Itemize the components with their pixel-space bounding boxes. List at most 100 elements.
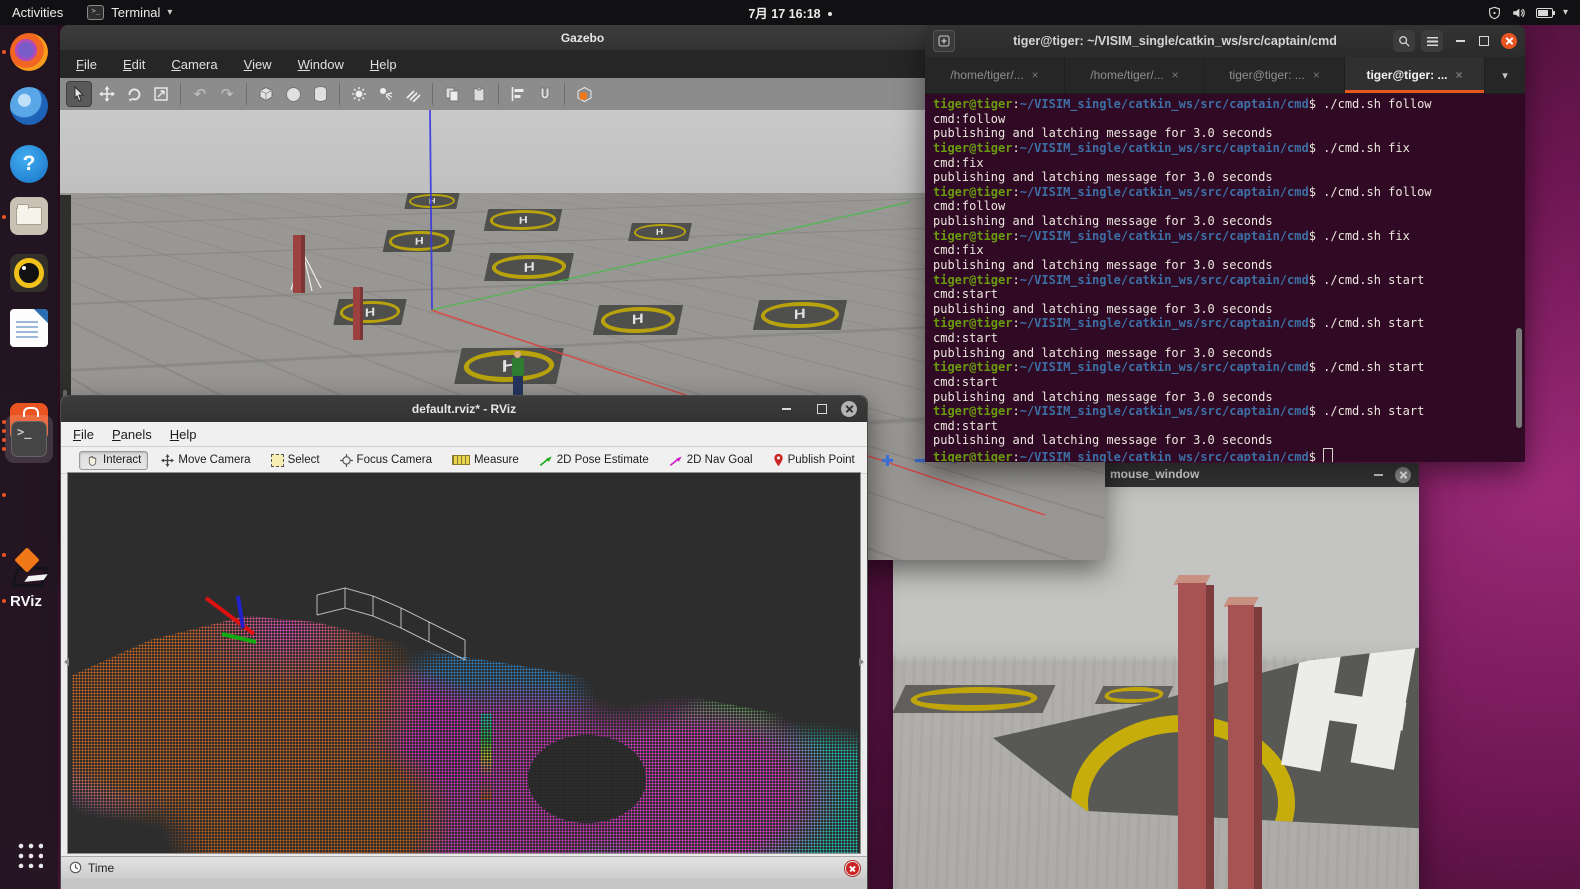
view-angle-icon[interactable]	[572, 82, 596, 106]
minimize-icon[interactable]	[1371, 468, 1385, 482]
activities-button[interactable]: Activities	[12, 5, 63, 20]
running-indicator	[2, 493, 6, 497]
point-light-icon[interactable]	[347, 82, 371, 106]
terminal-title: tiger@tiger: ~/VISIM_single/catkin_ws/sr…	[963, 34, 1387, 48]
clock-icon	[69, 861, 82, 874]
menu-panels[interactable]: Panels	[112, 427, 152, 442]
system-status-area[interactable]: ▾	[1488, 6, 1580, 20]
close-icon[interactable]	[1395, 467, 1411, 483]
tool-interact[interactable]: Interact	[79, 451, 148, 470]
rviz-titlebar[interactable]: default.rviz* - RViz	[61, 396, 867, 422]
minimize-icon[interactable]	[779, 402, 793, 416]
menu-edit[interactable]: Edit	[123, 57, 145, 72]
terminal-cursor	[1323, 448, 1333, 462]
redo-icon[interactable]: ↷	[215, 82, 239, 106]
output-line: publishing and latching message for 3.0 …	[933, 170, 1525, 185]
output-line: cmd:fix	[933, 243, 1525, 258]
tool-2d-pose-estimate[interactable]: 2D Pose Estimate	[532, 451, 656, 470]
new-tab-icon[interactable]	[933, 30, 955, 52]
dock-item-libreoffice-writer[interactable]	[10, 309, 48, 347]
dock-item-thunderbird[interactable]	[10, 87, 48, 125]
tool-publish-point[interactable]: Publish Point	[766, 450, 862, 470]
red-pillar	[293, 235, 305, 293]
red-pillar	[1228, 597, 1262, 889]
tab-list-caret-icon[interactable]: ▾	[1485, 57, 1525, 93]
tool-2d-nav-goal[interactable]: 2D Nav Goal	[662, 451, 760, 470]
terminal-scrollbar[interactable]	[1516, 328, 1522, 428]
green-arrow-icon	[539, 454, 553, 467]
translate-icon[interactable]	[95, 82, 119, 106]
output-line: publishing and latching message for 3.0 …	[933, 346, 1525, 361]
running-indicator	[2, 599, 6, 603]
output-line: cmd:fix	[933, 156, 1525, 171]
clock-menu[interactable]: 7月 17 16:18	[0, 3, 1580, 22]
tab-2[interactable]: /home/tiger/...×	[1065, 57, 1205, 93]
app-menu[interactable]: >_ Terminal ▾	[87, 5, 172, 20]
add-tool-button[interactable]	[874, 451, 901, 470]
sphere-icon[interactable]	[281, 82, 305, 106]
menu-help[interactable]: Help	[370, 57, 397, 72]
dock-item-firefox[interactable]	[10, 33, 48, 71]
paste-icon[interactable]	[467, 82, 491, 106]
output-line: publishing and latching message for 3.0 …	[933, 214, 1525, 229]
minimize-icon[interactable]	[1453, 34, 1467, 48]
dock-item-rviz[interactable]: RViz	[10, 588, 48, 614]
plus-icon	[881, 454, 894, 467]
directional-light-icon[interactable]	[401, 82, 425, 106]
show-applications-button[interactable]	[15, 840, 43, 868]
tab-close-icon[interactable]: ×	[1456, 68, 1463, 82]
tool-focus-camera[interactable]: Focus Camera	[333, 451, 439, 470]
close-icon[interactable]	[1501, 33, 1517, 49]
tab-close-icon[interactable]: ×	[1313, 68, 1320, 82]
dock-item-help[interactable]: ?	[10, 145, 48, 183]
terminal-output[interactable]: tiger@tiger:~/VISIM_single/catkin_ws/src…	[925, 94, 1525, 462]
tool-measure[interactable]: Measure	[445, 451, 526, 469]
tab-1[interactable]: /home/tiger/...×	[925, 57, 1065, 93]
menu-hamburger-icon[interactable]	[1421, 30, 1443, 52]
dock-item-files[interactable]	[10, 197, 48, 235]
tool-select[interactable]: Select	[264, 451, 327, 470]
time-panel: Time	[61, 856, 867, 878]
menu-file[interactable]: File	[73, 427, 94, 442]
dock: ? A >_ RViz	[0, 25, 58, 889]
terminal-app-icon[interactable]: >_	[11, 421, 47, 457]
spot-light-icon[interactable]	[374, 82, 398, 106]
terminal-window: tiger@tiger: ~/VISIM_single/catkin_ws/sr…	[925, 25, 1525, 462]
output-line: cmd:start	[933, 331, 1525, 346]
snap-magnet-icon[interactable]	[533, 82, 557, 106]
menu-file[interactable]: File	[76, 57, 97, 72]
close-icon[interactable]	[841, 401, 857, 417]
rviz-viewport[interactable]	[67, 472, 861, 854]
cylinder-icon[interactable]	[308, 82, 332, 106]
select-box-icon	[271, 454, 284, 467]
maximize-icon[interactable]	[815, 402, 829, 416]
rviz-toolbar: Interact Move Camera Select Focus Camera…	[61, 447, 867, 474]
hide-right-panel-icon[interactable]	[859, 658, 864, 666]
menu-window[interactable]: Window	[298, 57, 344, 72]
tab-4-active[interactable]: tiger@tiger: ...×	[1345, 57, 1485, 93]
menu-camera[interactable]: Camera	[171, 57, 217, 72]
close-panel-icon[interactable]	[845, 861, 860, 876]
menu-help[interactable]: Help	[170, 427, 197, 442]
running-indicator	[2, 215, 6, 219]
search-icon[interactable]	[1393, 30, 1415, 52]
hide-left-panel-icon[interactable]	[64, 658, 69, 666]
maximize-icon[interactable]	[1477, 34, 1491, 48]
dock-item-gazebo[interactable]	[10, 551, 48, 589]
tool-move-camera[interactable]: Move Camera	[154, 451, 257, 470]
dock-item-rhythmbox[interactable]	[10, 254, 48, 292]
align-icon[interactable]	[506, 82, 530, 106]
rotate-icon[interactable]	[122, 82, 146, 106]
terminal-titlebar[interactable]: tiger@tiger: ~/VISIM_single/catkin_ws/sr…	[925, 25, 1525, 57]
tab-3[interactable]: tiger@tiger: ...×	[1205, 57, 1345, 93]
running-indicator	[2, 553, 6, 557]
scale-icon[interactable]	[149, 82, 173, 106]
select-arrow-icon[interactable]	[66, 81, 92, 107]
tab-close-icon[interactable]: ×	[1032, 68, 1039, 82]
copy-icon[interactable]	[440, 82, 464, 106]
menu-view[interactable]: View	[244, 57, 272, 72]
tab-close-icon[interactable]: ×	[1172, 68, 1179, 82]
cube-icon[interactable]	[254, 82, 278, 106]
cloud-shadow	[528, 735, 646, 824]
undo-icon[interactable]: ↶	[188, 82, 212, 106]
